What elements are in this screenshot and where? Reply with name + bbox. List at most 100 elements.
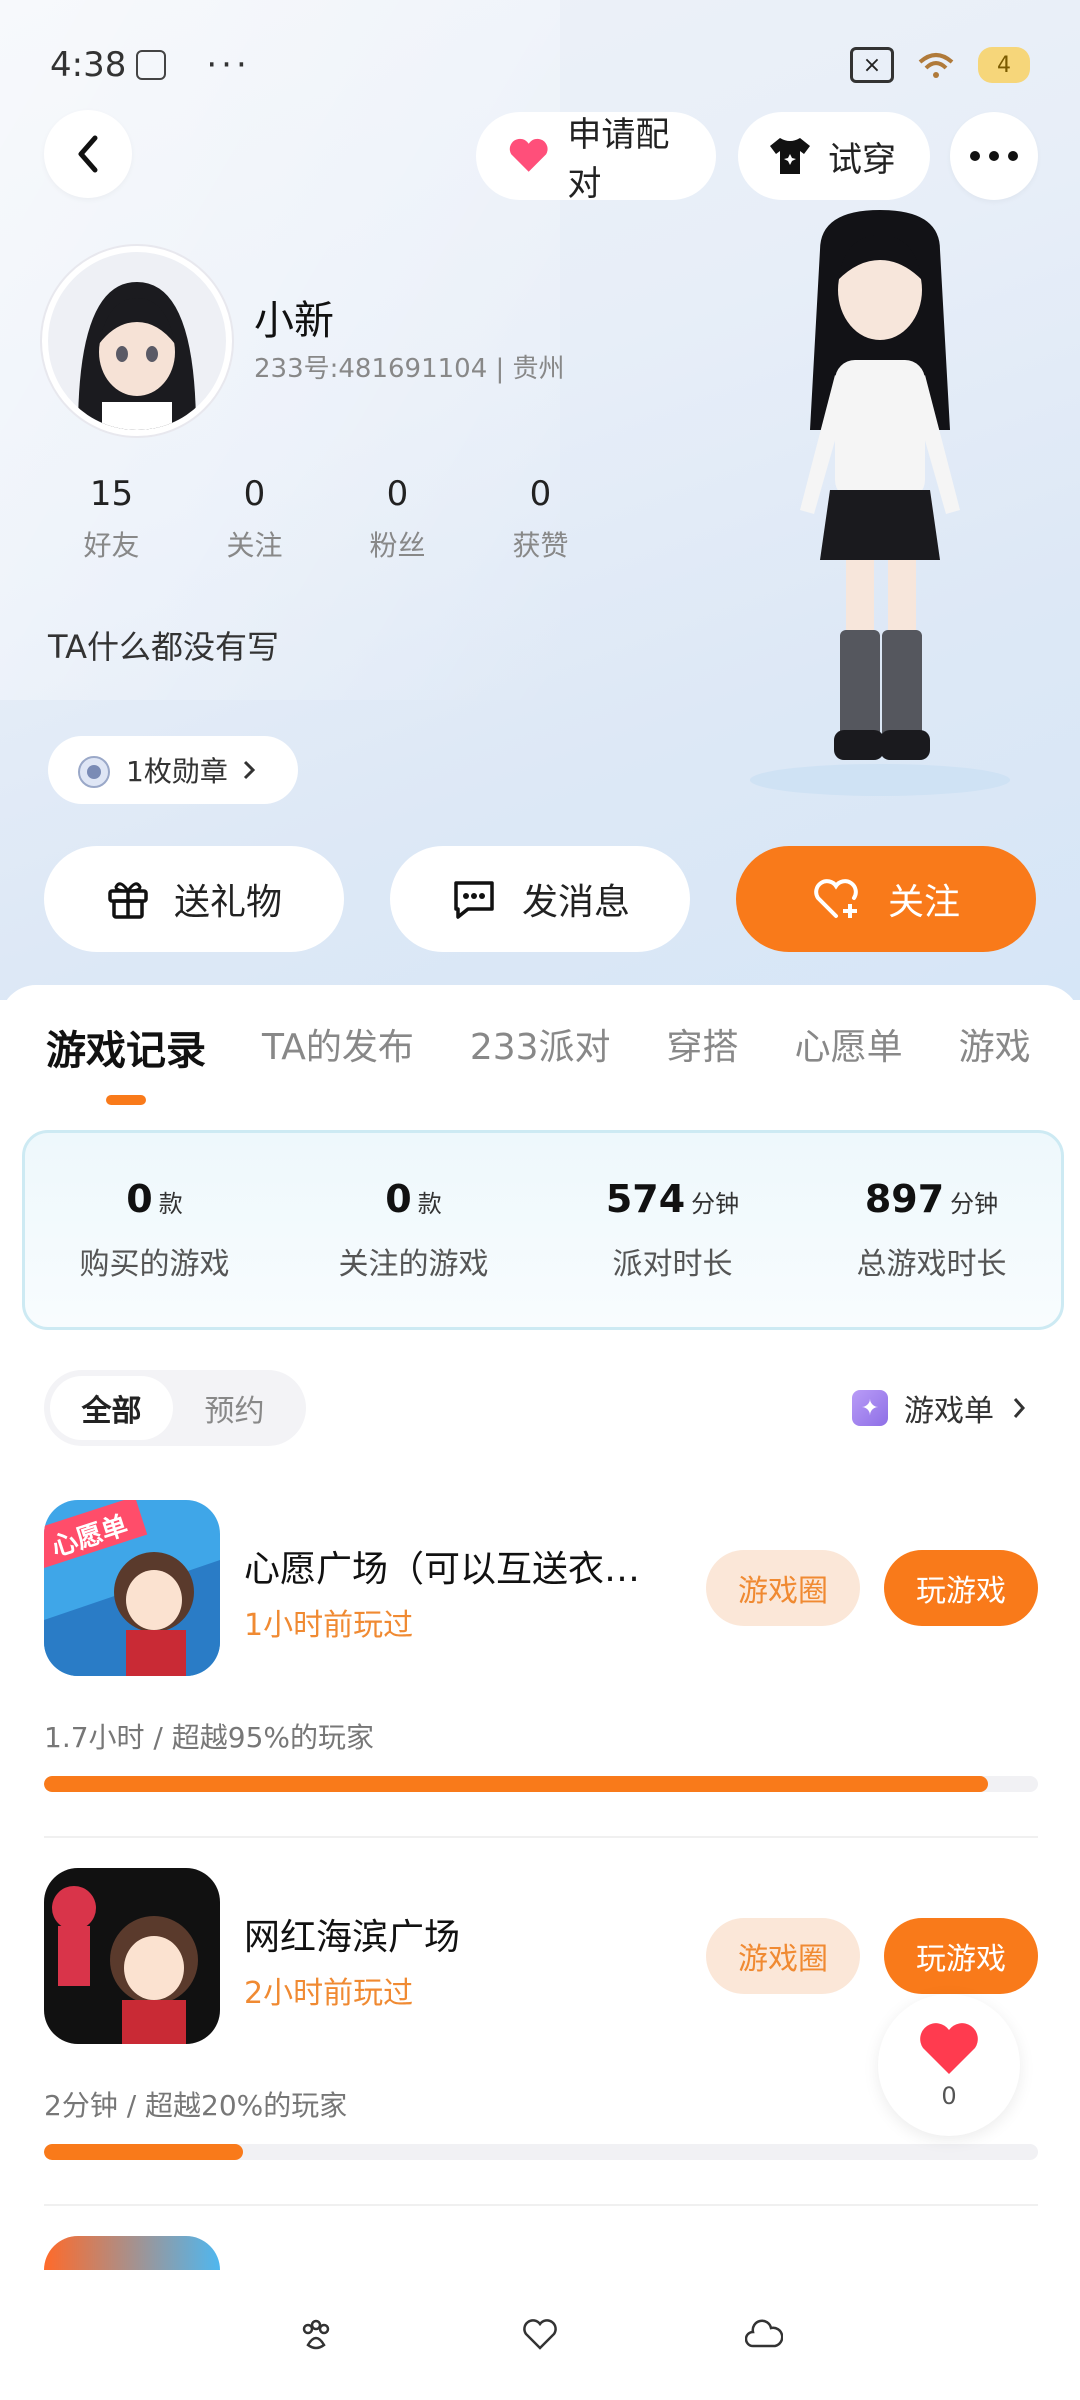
- game-row[interactable]: 心愿单 心愿广场（可以互送衣… 1小时前玩过 游戏圈 玩游戏 1.7小时 / 超…: [44, 1500, 1038, 1800]
- battery-icon: 4: [978, 47, 1030, 83]
- game-last-played: 2小时前玩过: [244, 1976, 414, 2011]
- summary-value: 574: [605, 1177, 686, 1221]
- summary-label: 派对时长: [612, 1247, 733, 1282]
- summary-purchased[interactable]: 0款 购买的游戏: [25, 1133, 284, 1327]
- game-row[interactable]: 网红海滨广场 2小时前玩过 游戏圈 玩游戏 2分钟 / 超越20%的玩家: [44, 1868, 1038, 2168]
- avatar-portrait-icon: [48, 252, 226, 430]
- follow-label: 关注: [887, 882, 960, 923]
- wifi-icon: [918, 53, 954, 78]
- chat-bubble-icon: [454, 881, 494, 919]
- tab-party[interactable]: 233派对: [470, 1018, 611, 1076]
- row-divider: [44, 1836, 1038, 1838]
- like-count: 0: [941, 2082, 957, 2110]
- summary-unit: 款: [158, 1190, 183, 1218]
- medal-icon: [78, 756, 110, 788]
- game-circle-button[interactable]: 游戏圈: [706, 1550, 860, 1626]
- stat-label: 关注: [226, 529, 283, 562]
- game-play-stat: 2分钟 / 超越20%的玩家: [44, 2089, 348, 2122]
- game-list-link[interactable]: ✦ 游戏单: [852, 1386, 1028, 1430]
- stat-value: 0: [529, 474, 552, 514]
- game-progress-fill: [44, 2144, 243, 2160]
- try-on-button[interactable]: 试穿: [738, 112, 930, 200]
- tshirt-icon: [770, 138, 810, 174]
- stat-fans[interactable]: 0 粉丝: [326, 474, 469, 564]
- profile-tabs: 游戏记录 TA的发布 233派对 穿搭 心愿单 游戏: [46, 1018, 1031, 1076]
- more-button[interactable]: [950, 112, 1038, 200]
- game-icon[interactable]: 心愿单: [44, 1500, 220, 1676]
- follow-button[interactable]: 关注: [736, 846, 1036, 952]
- try-on-label: 试穿: [828, 139, 896, 180]
- game-title: 心愿广场（可以互送衣…: [244, 1549, 641, 1590]
- match-label: 申请配对: [567, 115, 670, 204]
- stat-label: 好友: [83, 529, 140, 562]
- stat-friends[interactable]: 15 好友: [40, 474, 183, 564]
- game-circle-button[interactable]: 游戏圈: [706, 1918, 860, 1994]
- game-title: 网红海滨广场: [244, 1917, 461, 1958]
- cloud-icon[interactable]: [742, 2313, 786, 2357]
- summary-total-time[interactable]: 897 分钟 总游戏时长: [802, 1133, 1061, 1327]
- heart-outline-icon[interactable]: [518, 2313, 562, 2357]
- send-message-button[interactable]: 发消息: [390, 846, 690, 952]
- profile-meta: 233号:481691104 | 贵州: [254, 354, 565, 384]
- game-last-played: 1小时前玩过: [244, 1608, 414, 1643]
- filter-reserve[interactable]: 预约: [173, 1376, 296, 1440]
- tab-posts[interactable]: TA的发布: [262, 1018, 414, 1076]
- stat-label: 粉丝: [369, 529, 426, 562]
- bottom-navigation: [0, 2270, 1080, 2400]
- status-time: 4:38: [50, 45, 127, 85]
- summary-party-time[interactable]: 574 分钟 派对时长: [543, 1133, 802, 1327]
- profile-stats: 15 好友 0 关注 0 粉丝 0 获赞: [40, 474, 612, 564]
- sparkle-icon: ✦: [852, 1390, 888, 1426]
- summary-value: 0: [385, 1177, 412, 1221]
- play-game-button[interactable]: 玩游戏: [884, 1550, 1038, 1626]
- tab-indicator: [106, 1095, 146, 1105]
- summary-value: 897: [864, 1177, 945, 1221]
- status-bar: 4:38 ··· × 4: [50, 40, 1030, 90]
- game-progress-bar: [44, 1776, 1038, 1792]
- avatar[interactable]: [42, 246, 232, 436]
- game-icon-partial[interactable]: [44, 2236, 220, 2270]
- heart-icon: [920, 2023, 978, 2074]
- sim-off-icon: ×: [850, 47, 894, 83]
- badge-label: 1枚勋章: [126, 755, 228, 788]
- summary-unit: 分钟: [950, 1190, 999, 1218]
- avatar-3d-figure-icon: [750, 210, 1010, 796]
- paw-icon[interactable]: [294, 2313, 338, 2357]
- send-gift-label: 送礼物: [173, 882, 282, 923]
- summary-value: 0: [126, 1177, 153, 1221]
- profile-bio: TA什么都没有写: [48, 628, 279, 666]
- filter-all[interactable]: 全部: [50, 1376, 173, 1440]
- game-progress-bar: [44, 2144, 1038, 2160]
- notification-icon: [136, 50, 167, 80]
- profile-name: 小新: [254, 298, 334, 344]
- game-icon[interactable]: [44, 1868, 220, 2044]
- play-game-button[interactable]: 玩游戏: [884, 1918, 1038, 1994]
- tab-game-records[interactable]: 游戏记录: [46, 1018, 206, 1076]
- filter-segmented-control: 全部 预约: [44, 1370, 306, 1446]
- stat-value: 0: [243, 474, 266, 514]
- like-float-button[interactable]: 0: [878, 1994, 1020, 2136]
- gift-icon: [108, 882, 148, 919]
- send-message-label: 发消息: [521, 882, 630, 923]
- game-summary-card: 0款 购买的游戏 0款 关注的游戏 574 分钟 派对时长 897 分钟 总游戏时长: [22, 1130, 1064, 1330]
- tab-outfits[interactable]: 穿搭: [667, 1018, 739, 1076]
- badge-button[interactable]: 1枚勋章: [48, 736, 298, 804]
- stat-following[interactable]: 0 关注: [183, 474, 326, 564]
- back-button[interactable]: [44, 110, 132, 198]
- row-divider: [44, 2204, 1038, 2206]
- tab-games[interactable]: 游戏: [959, 1018, 1031, 1076]
- tab-wishlist[interactable]: 心愿单: [795, 1018, 903, 1076]
- heart-plus-icon: [814, 879, 858, 918]
- stat-value: 0: [386, 474, 409, 514]
- chevron-right-icon: [243, 760, 255, 780]
- summary-unit: 分钟: [691, 1190, 740, 1218]
- send-gift-button[interactable]: 送礼物: [44, 846, 344, 952]
- match-button[interactable]: 申请配对: [476, 112, 716, 204]
- chevron-right-icon: [1013, 1398, 1026, 1418]
- more-dots-icon: [970, 151, 1018, 161]
- game-progress-fill: [44, 1776, 989, 1792]
- stat-label: 获赞: [512, 529, 569, 562]
- stat-likes[interactable]: 0 获赞: [469, 474, 612, 564]
- summary-followed[interactable]: 0款 关注的游戏: [284, 1133, 543, 1327]
- status-dots: ···: [206, 45, 251, 85]
